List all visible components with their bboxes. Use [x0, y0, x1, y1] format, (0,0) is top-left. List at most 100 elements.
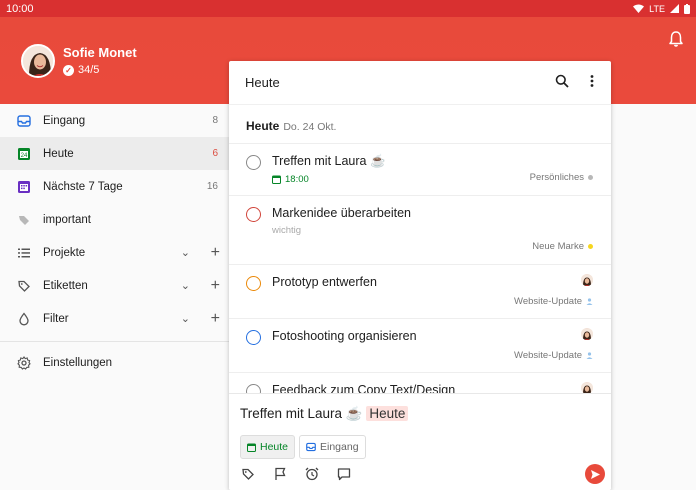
add-filter-icon[interactable]: + — [211, 310, 220, 328]
signal-icon — [670, 4, 679, 13]
task-checkbox[interactable] — [246, 276, 261, 291]
task-title: Markenidee überarbeiten — [272, 206, 411, 220]
divider — [0, 341, 230, 342]
task-project: Neue Marke — [532, 241, 593, 252]
today-panel: Heute Heute Do. 24 Okt. Treffen mit Laura… — [229, 61, 611, 490]
task-time: 18:00 — [285, 174, 309, 185]
task-item[interactable]: Treffen mit Laura ☕ 18:00 Persönliches — [229, 143, 611, 195]
check-circle-icon: ✓ — [63, 64, 74, 76]
status-bar: 10:00 LTE — [0, 0, 696, 17]
task-title: Prototyp entwerfen — [272, 275, 377, 289]
shared-person-icon — [586, 298, 593, 305]
alarm-clock-icon[interactable] — [305, 467, 319, 481]
due-date-chip[interactable]: Heute — [240, 435, 296, 459]
sidebar-item-count: 8 — [212, 115, 218, 126]
project-label: Website-Update — [514, 350, 582, 361]
status-icons: LTE — [633, 3, 690, 14]
search-icon[interactable] — [555, 74, 569, 88]
sidebar-item-label: Filter — [43, 312, 69, 325]
task-label: wichtig — [272, 225, 302, 236]
chip-label: Heute — [260, 441, 289, 453]
tag-icon — [17, 279, 31, 293]
sidebar-section-labels[interactable]: Etiketten ⌄ + — [0, 269, 230, 302]
send-button[interactable] — [585, 464, 605, 484]
task-item[interactable]: Markenidee überarbeiten wichtig Neue Mar… — [229, 195, 611, 264]
task-project: Persönliches — [530, 172, 593, 183]
quick-add-toolbar — [241, 467, 351, 481]
send-icon — [590, 469, 600, 479]
calendar-small-icon — [272, 175, 281, 184]
sidebar-item-label: Einstellungen — [43, 356, 113, 369]
task-checkbox[interactable] — [246, 155, 261, 170]
task-item[interactable]: Prototyp entwerfen Website-Update — [229, 264, 611, 318]
wifi-icon — [633, 4, 645, 13]
chip-label: Eingang — [320, 441, 359, 453]
sidebar-item-count: 16 — [206, 181, 218, 192]
add-label-icon[interactable]: + — [211, 277, 220, 295]
sidebar-item-label: important — [43, 213, 91, 226]
sidebar-item-label: Heute — [43, 147, 74, 160]
day-header: Heute Do. 24 Okt. — [229, 105, 611, 143]
gear-icon — [17, 355, 31, 370]
status-time: 10:00 — [6, 2, 34, 15]
comment-icon[interactable] — [337, 467, 351, 481]
task-title: Treffen mit Laura ☕ — [272, 154, 386, 168]
quick-add-text: Treffen mit Laura ☕ — [240, 406, 363, 421]
panel-header: Heute — [229, 61, 611, 105]
sidebar: Eingang 8 24 Heute 6 Nächste 7 Tage 16 i… — [0, 104, 230, 490]
quick-add: Treffen mit Laura ☕ Heute Heute Eingang — [229, 393, 611, 490]
page-title: Heute — [245, 75, 280, 90]
add-project-icon[interactable]: + — [211, 244, 220, 262]
sidebar-item-count: 6 — [212, 148, 218, 159]
calendar-week-icon — [17, 180, 31, 194]
project-dot — [588, 175, 593, 180]
sidebar-item-next-7-days[interactable]: Nächste 7 Tage 16 — [0, 170, 230, 203]
avatar-image — [23, 46, 53, 76]
project-label: Website-Update — [514, 296, 582, 307]
project-label: Persönliches — [529, 172, 584, 183]
task-project: Website-Update — [514, 296, 593, 307]
day-label: Heute — [246, 119, 280, 133]
project-label: Neue Marke — [532, 241, 584, 252]
assignee-avatar — [581, 328, 593, 340]
sidebar-item-label: Eingang — [43, 114, 86, 127]
sidebar-section-projects[interactable]: Projekte ⌄ + — [0, 236, 230, 269]
shared-person-icon — [586, 352, 593, 359]
karma-status: ✓ 34/5 — [63, 64, 99, 76]
chevron-down-icon[interactable]: ⌄ — [181, 312, 190, 325]
sidebar-item-label: Etiketten — [43, 279, 88, 292]
avatar[interactable] — [21, 44, 55, 78]
task-checkbox[interactable] — [246, 330, 261, 345]
quick-add-date-highlight: Heute — [366, 406, 409, 421]
sidebar-item-important[interactable]: important — [0, 203, 230, 236]
task-project: Website-Update — [514, 350, 593, 361]
network-label: LTE — [649, 3, 665, 14]
project-chip[interactable]: Eingang — [299, 435, 366, 459]
inbox-icon — [17, 114, 31, 128]
tag-icon[interactable] — [241, 467, 255, 481]
more-vertical-icon[interactable] — [589, 74, 595, 88]
project-dot — [588, 244, 593, 249]
flag-icon[interactable] — [273, 467, 287, 481]
calendar-today-icon: 24 — [17, 147, 31, 161]
list-icon — [17, 246, 31, 260]
sidebar-item-label: Projekte — [43, 246, 86, 259]
battery-icon — [684, 3, 690, 14]
task-item[interactable]: Fotoshooting organisieren Website-Update — [229, 318, 611, 372]
task-title: Fotoshooting organisieren — [272, 329, 417, 343]
day-date: Do. 24 Okt. — [283, 121, 337, 133]
bell-icon[interactable] — [667, 30, 685, 48]
karma-value: 34/5 — [78, 64, 100, 76]
drop-icon — [17, 311, 31, 326]
task-checkbox[interactable] — [246, 207, 261, 222]
svg-text:24: 24 — [21, 153, 28, 159]
sidebar-item-inbox[interactable]: Eingang 8 — [0, 104, 230, 137]
user-name: Sofie Monet — [63, 45, 137, 60]
quick-add-input[interactable]: Treffen mit Laura ☕ Heute — [240, 406, 409, 422]
assignee-avatar — [581, 274, 593, 286]
sidebar-item-settings[interactable]: Einstellungen — [0, 346, 230, 379]
sidebar-section-filters[interactable]: Filter ⌄ + — [0, 302, 230, 335]
sidebar-item-today[interactable]: 24 Heute 6 — [0, 137, 230, 170]
chevron-down-icon[interactable]: ⌄ — [181, 279, 190, 292]
chevron-down-icon[interactable]: ⌄ — [181, 246, 190, 259]
